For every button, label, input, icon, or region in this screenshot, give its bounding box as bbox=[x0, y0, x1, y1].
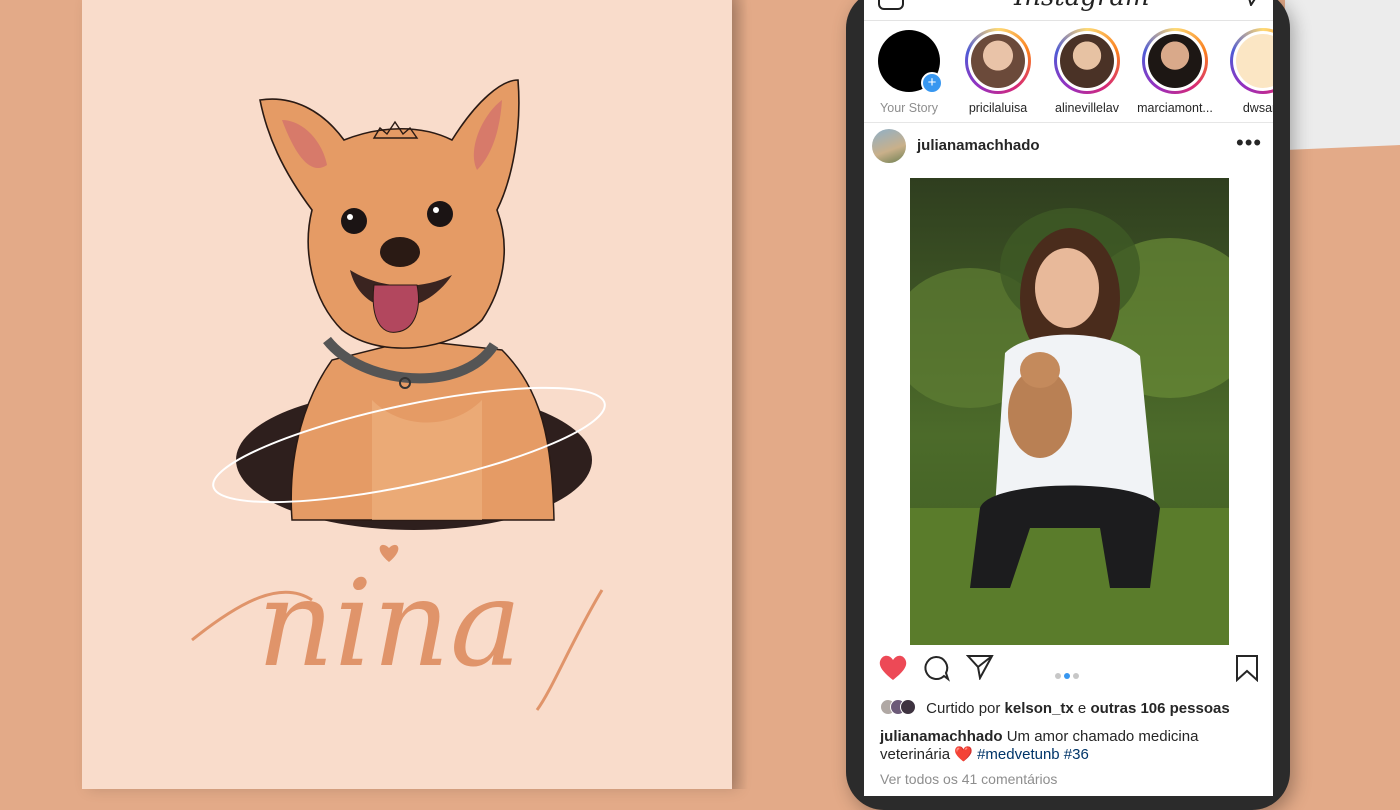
pet-name-lettering: nina bbox=[257, 555, 522, 694]
caption-hashtags[interactable]: #medvetunb #36 bbox=[977, 746, 1089, 763]
story-pricilaluisa[interactable]: pricilaluisa bbox=[959, 28, 1037, 115]
caption-username[interactable]: julianamachhado bbox=[880, 728, 1003, 745]
heart-icon[interactable] bbox=[878, 654, 908, 681]
carousel-dot-active bbox=[1064, 673, 1070, 679]
more-options-icon[interactable]: ••• bbox=[1236, 130, 1262, 156]
story-label: pricilaluisa bbox=[968, 101, 1028, 115]
phone-screen: Instagram + Your Story pricilaluisa alin… bbox=[864, 0, 1273, 796]
stories-tray: + Your Story pricilaluisa alinevillelav … bbox=[864, 24, 1273, 123]
post-actions bbox=[864, 650, 1273, 690]
heart-emoji: ❤️ bbox=[954, 746, 973, 763]
liker-avatar bbox=[900, 699, 916, 715]
direct-message-icon[interactable] bbox=[1241, 0, 1261, 6]
likes-others[interactable]: outras 106 pessoas bbox=[1090, 700, 1229, 717]
dog-nose bbox=[380, 237, 420, 267]
bookmark-icon[interactable] bbox=[1235, 654, 1259, 682]
avatar bbox=[1060, 34, 1114, 88]
dog-illustration: nina bbox=[191, 79, 606, 711]
share-icon[interactable] bbox=[966, 654, 994, 680]
carousel-dot bbox=[1073, 673, 1079, 679]
story-label: dwsarq bbox=[1242, 101, 1273, 115]
post-photo[interactable] bbox=[910, 178, 1229, 645]
story-dwsarq[interactable]: dwsarq bbox=[1224, 28, 1273, 115]
post-username[interactable]: julianamachhado bbox=[917, 137, 1040, 154]
photo-illustration bbox=[910, 178, 1229, 645]
likes-line[interactable]: Curtido por kelson_tx e outras 106 pesso… bbox=[880, 699, 1230, 717]
story-alinevillelav[interactable]: alinevillelav bbox=[1048, 28, 1126, 115]
avatar: + bbox=[878, 30, 943, 94]
app-logo: Instagram bbox=[1014, 0, 1150, 12]
add-story-icon[interactable]: + bbox=[921, 72, 943, 94]
carousel-indicator bbox=[1055, 666, 1082, 684]
likes-prefix: Curtido por bbox=[926, 700, 1001, 717]
likes-joiner: e bbox=[1077, 700, 1087, 717]
camera-icon[interactable] bbox=[878, 0, 904, 10]
comment-icon[interactable] bbox=[922, 654, 950, 682]
poster: nina bbox=[82, 0, 732, 789]
carousel-dot bbox=[1055, 673, 1061, 679]
avatar[interactable] bbox=[872, 129, 906, 163]
story-marciamont[interactable]: marciamont... bbox=[1136, 28, 1214, 115]
avatar bbox=[971, 34, 1025, 88]
avatar bbox=[1148, 34, 1202, 88]
likes-first-user[interactable]: kelson_tx bbox=[1005, 700, 1074, 717]
story-label: alinevillelav bbox=[1055, 101, 1119, 115]
view-comments-link[interactable]: Ver todos os 41 comentários bbox=[880, 771, 1057, 787]
story-your-story[interactable]: + Your Story bbox=[870, 28, 948, 115]
app-top-bar: Instagram bbox=[864, 0, 1273, 21]
post-caption: julianamachhado Um amor chamado medicina… bbox=[880, 728, 1260, 764]
background-corner bbox=[1285, 0, 1400, 150]
story-label: marciamont... bbox=[1137, 101, 1213, 115]
post-header: julianamachhado ••• bbox=[864, 124, 1273, 170]
story-label: Your Story bbox=[880, 101, 938, 115]
